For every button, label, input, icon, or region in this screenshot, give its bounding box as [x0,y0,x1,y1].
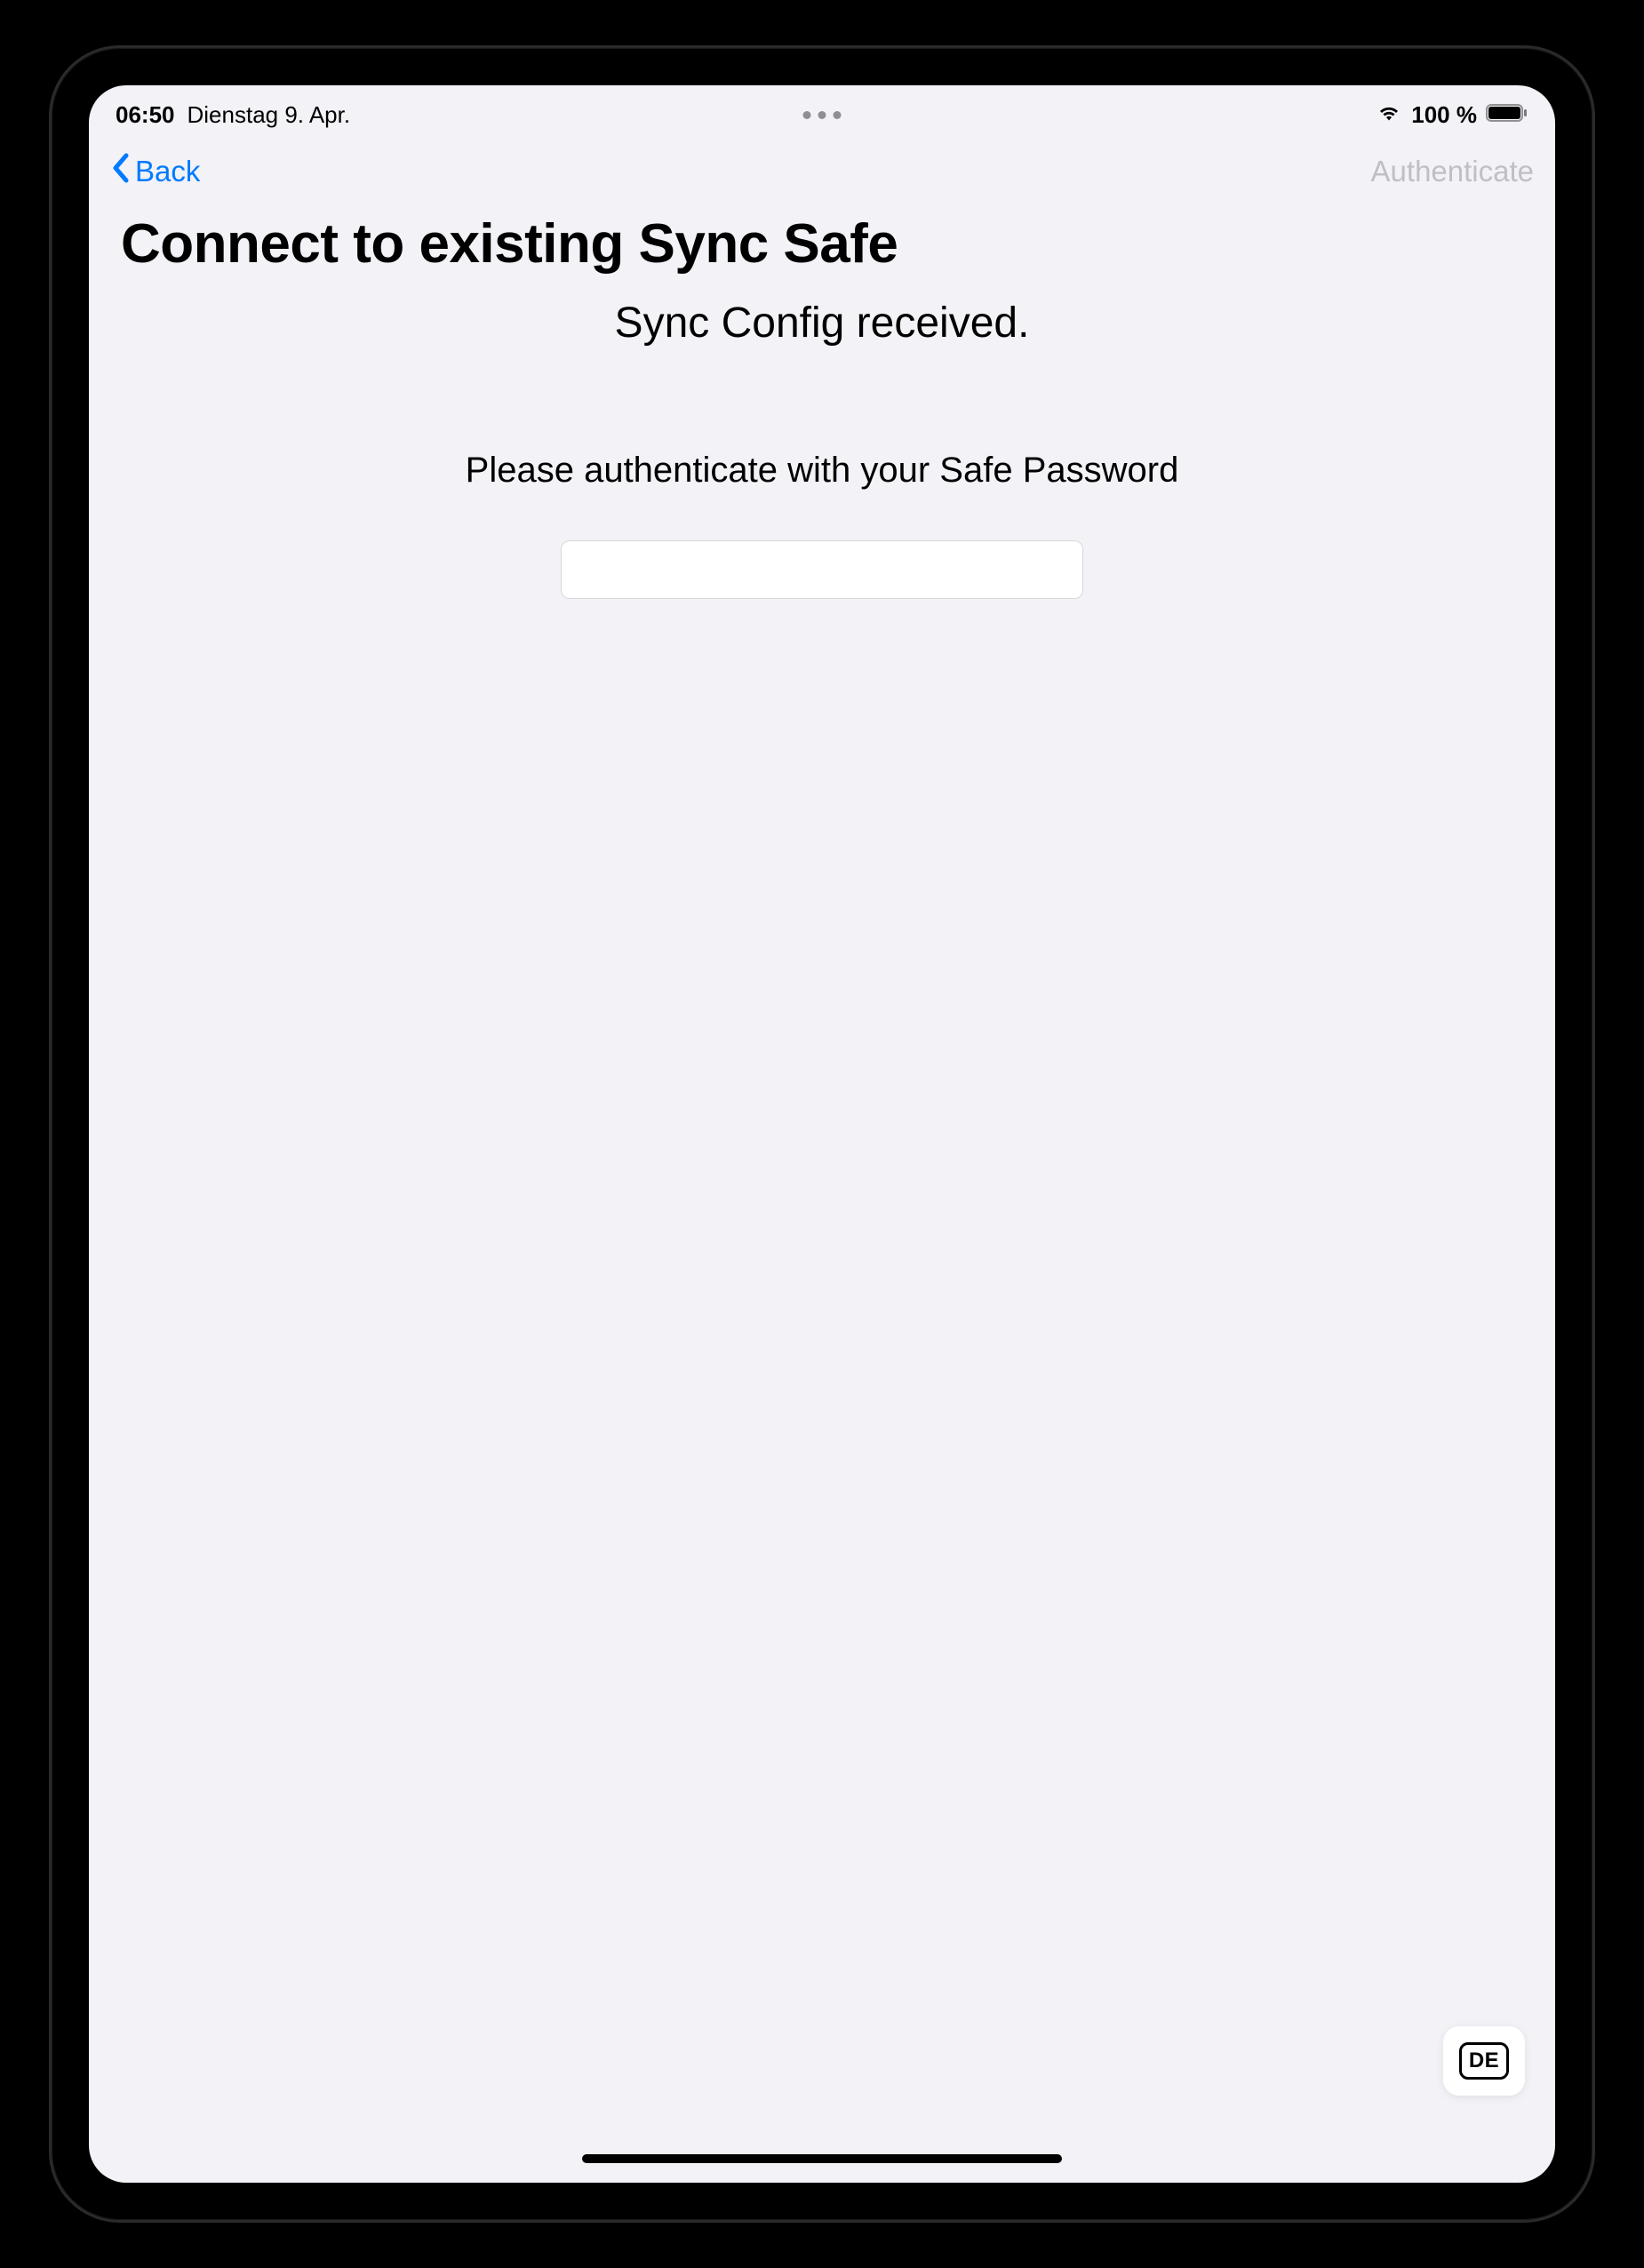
auth-prompt: Please authenticate with your Safe Passw… [89,451,1555,491]
password-input[interactable] [561,540,1083,599]
status-date: Dienstag 9. Apr. [188,101,351,129]
home-indicator[interactable] [582,2154,1062,2163]
page-subtitle: Sync Config received. [89,284,1555,362]
chevron-left-icon [110,152,132,191]
password-input-wrapper [89,540,1555,599]
keyboard-language-label: DE [1459,2042,1509,2080]
device-frame: 06:50 Dienstag 9. Apr. 100 % [49,45,1595,2223]
battery-percent: 100 % [1411,101,1477,129]
status-bar: 06:50 Dienstag 9. Apr. 100 % [89,85,1555,138]
multitasking-dots-icon[interactable] [803,111,842,119]
page-title: Connect to existing Sync Safe [89,200,1555,284]
status-left: 06:50 Dienstag 9. Apr. [116,101,350,129]
wifi-icon [1376,101,1402,129]
battery-icon [1486,101,1528,129]
status-right: 100 % [1376,101,1528,129]
back-button[interactable]: Back [110,152,200,191]
keyboard-language-button[interactable]: DE [1443,2026,1525,2096]
status-time: 06:50 [116,101,175,129]
authenticate-label: Authenticate [1371,155,1534,188]
screen: 06:50 Dienstag 9. Apr. 100 % [89,85,1555,2183]
back-label: Back [135,155,200,188]
authenticate-button[interactable]: Authenticate [1371,155,1534,188]
nav-bar: Back Authenticate [89,138,1555,200]
